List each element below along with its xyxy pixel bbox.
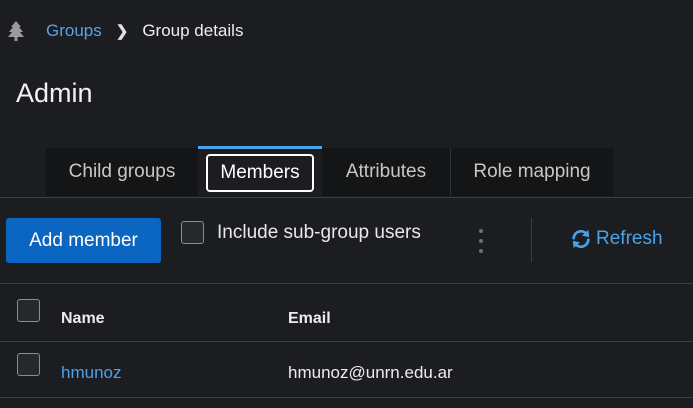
member-email: hmunoz@unrn.edu.ar	[288, 363, 453, 382]
select-all-checkbox[interactable]	[17, 299, 40, 322]
tab-role-mapping[interactable]: Role mapping	[451, 148, 613, 196]
toolbar-divider	[531, 218, 532, 262]
tab-child-groups[interactable]: Child groups	[46, 148, 198, 196]
tree-icon	[8, 21, 24, 41]
breadcrumb: Groups ❯ Group details	[8, 19, 243, 43]
tab-label: Child groups	[68, 161, 176, 182]
breadcrumb-current: Group details	[142, 21, 244, 40]
tabs-bar: Child groups Members Attributes Role map…	[0, 146, 693, 198]
add-member-button[interactable]: Add member	[6, 218, 161, 263]
column-header-name[interactable]: Name	[61, 310, 105, 328]
tab-label: Attributes	[345, 161, 427, 182]
tab-members[interactable]: Members	[198, 146, 322, 197]
tab-label: Role mapping	[473, 161, 591, 182]
refresh-icon	[572, 229, 590, 249]
refresh-label: Refresh	[596, 228, 663, 249]
member-name-link[interactable]: hmunoz	[61, 363, 121, 383]
refresh-button[interactable]: Refresh	[570, 228, 663, 250]
table-row-border	[0, 397, 693, 398]
row-select-checkbox[interactable]	[17, 353, 40, 376]
chevron-right-icon: ❯	[115, 23, 129, 40]
kebab-icon[interactable]	[473, 229, 489, 253]
page: Groups ❯ Group details Admin Child group…	[0, 0, 693, 408]
table-header-border	[0, 341, 693, 342]
breadcrumb-groups-link[interactable]: Groups	[46, 21, 102, 41]
tab-label: Members	[206, 154, 314, 192]
table-border	[0, 283, 693, 284]
page-title: Admin	[16, 78, 93, 108]
include-subgroup-label: Include sub-group users	[217, 222, 421, 243]
column-header-email[interactable]: Email	[288, 310, 331, 328]
tab-attributes[interactable]: Attributes	[322, 148, 450, 196]
include-subgroup-checkbox[interactable]	[181, 221, 204, 244]
